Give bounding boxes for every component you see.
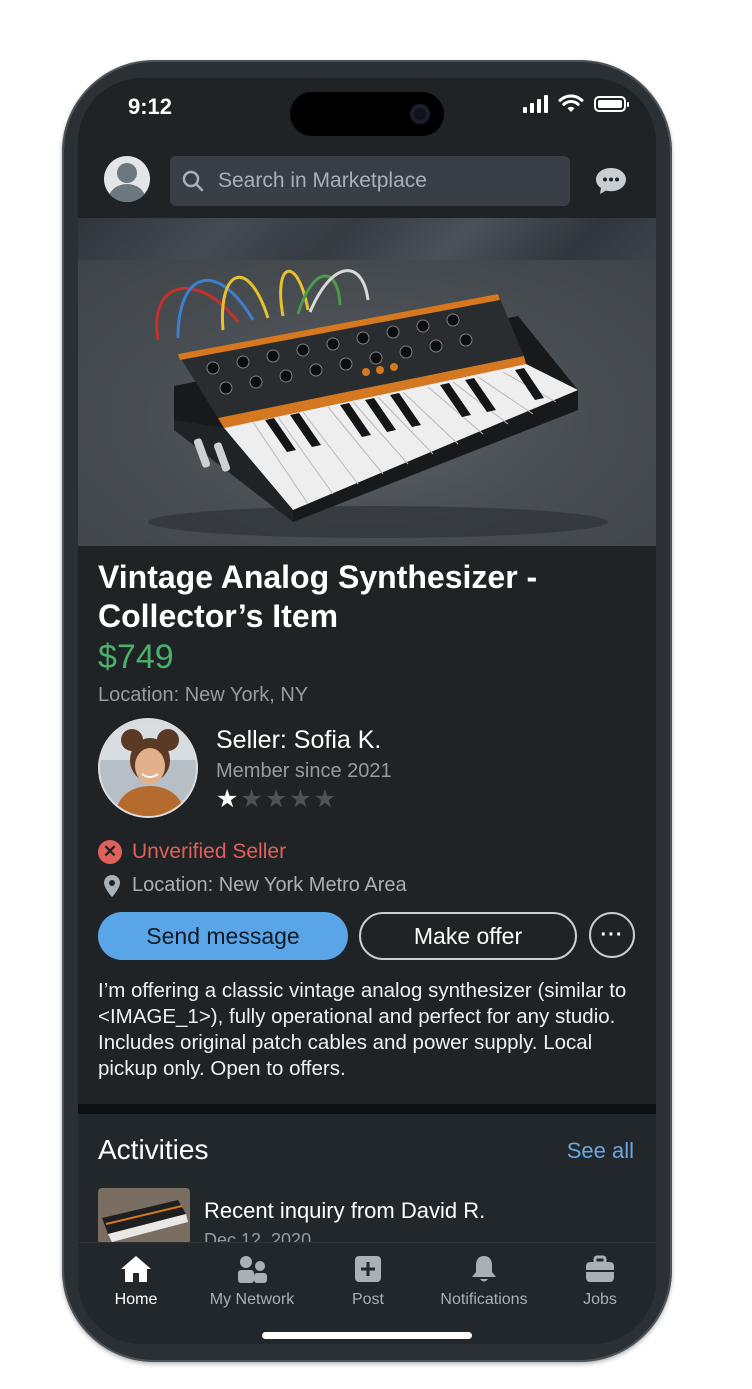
star-icon: ★ [289, 785, 312, 813]
tab-jobs-label: Jobs [583, 1291, 617, 1308]
top-bar [78, 140, 656, 220]
synthesizer-image [148, 269, 608, 538]
member-since: Member since 2021 [216, 760, 392, 782]
activities-title: Activities [98, 1134, 209, 1165]
map-pin-icon [104, 874, 120, 897]
camera-icon [410, 104, 430, 124]
seller-portrait [100, 720, 196, 816]
network-icon [238, 1256, 267, 1283]
bell-icon [472, 1256, 496, 1282]
plus-square-icon [355, 1256, 381, 1282]
activity-text[interactable]: Recent inquiry from David R. [204, 1198, 485, 1224]
tab-jobs[interactable]: Jobs [542, 1253, 656, 1309]
star-icon: ★ [313, 785, 337, 813]
battery-icon [594, 96, 629, 112]
verification-label: Unverified Seller [132, 840, 287, 863]
activity-thumbnail[interactable] [98, 1188, 190, 1244]
home-icon [121, 1256, 151, 1282]
dynamic-island [290, 92, 444, 136]
search-bar[interactable] [170, 156, 570, 206]
seller-rating: ★ ★ ★ ★ ★ [216, 786, 336, 812]
listing-description: I’m offering a classic vintage analog sy… [98, 979, 627, 1080]
listing-location: Location: New York, NY [98, 684, 309, 706]
listing-details: Vintage Analog Synthesizer - Collector’s… [78, 546, 656, 1106]
bottom-tab-bar: Home My Network Post Notifications Jobs [78, 1242, 656, 1344]
user-avatar-icon[interactable] [104, 156, 150, 202]
search-icon [182, 170, 204, 192]
star-icon: ★ [264, 785, 288, 813]
tab-home[interactable]: Home [78, 1253, 194, 1309]
home-indicator[interactable] [262, 1332, 472, 1339]
chat-bubble-icon[interactable] [594, 166, 628, 196]
see-all-link[interactable]: See all [567, 1138, 634, 1164]
seller-location-label: Location: New York Metro Area [132, 874, 407, 896]
tab-notifications[interactable]: Notifications [426, 1253, 542, 1309]
verification-status: ✕ Unverified Seller [98, 840, 286, 864]
tab-post-label: Post [351, 1291, 384, 1308]
section-divider [78, 1104, 656, 1114]
wifi-icon [558, 94, 584, 112]
seller-location: Location: New York Metro Area [104, 874, 407, 897]
status-bar: 9:12 [78, 78, 656, 140]
star-icon: ★ [216, 785, 239, 813]
status-icons [523, 94, 629, 114]
search-input[interactable] [216, 168, 560, 194]
tab-my-network[interactable]: My Network [194, 1253, 310, 1309]
listing-price: $749 [98, 638, 174, 676]
cover-banner [78, 218, 656, 260]
more-options-button[interactable]: ··· [589, 912, 635, 958]
tab-my-network-label: My Network [209, 1291, 295, 1308]
tab-notifications-label: Notifications [440, 1291, 528, 1308]
send-message-button[interactable]: Send message [98, 912, 348, 960]
listing-title: Vintage Analog Synthesizer - Collector’s… [98, 559, 538, 634]
star-icon: ★ [240, 785, 263, 813]
seller-avatar[interactable] [98, 718, 198, 818]
error-circle-icon: ✕ [98, 840, 122, 864]
screen: 9:12 Search in Marketplace Vintage Analo… [78, 78, 656, 1344]
cellular-signal-icon [523, 95, 548, 113]
seller-name[interactable]: Seller: Sofia K. [216, 726, 381, 755]
tab-post[interactable]: Post [310, 1253, 426, 1309]
status-time: 9:12 [128, 94, 173, 119]
listing-photo[interactable] [78, 260, 656, 546]
tab-home-label: Home [114, 1291, 158, 1308]
make-offer-button[interactable]: Make offer [359, 912, 577, 960]
briefcase-icon [586, 1255, 614, 1282]
